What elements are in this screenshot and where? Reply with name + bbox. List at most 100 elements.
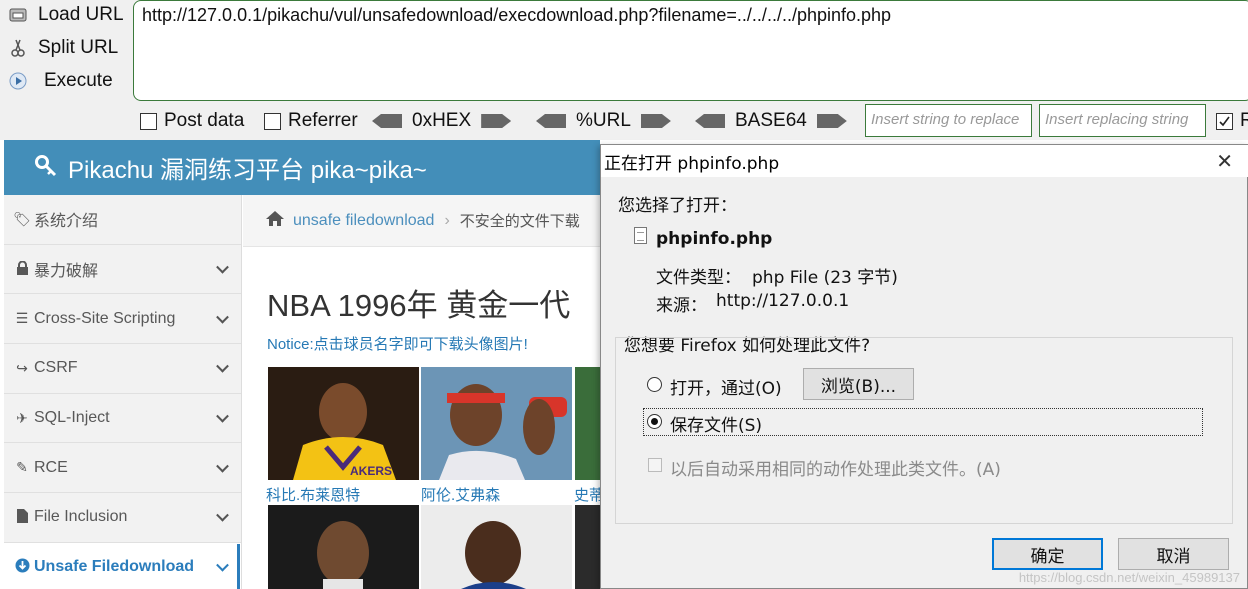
base64-decode-icon[interactable] [695,114,725,128]
list-icon: ☰ [15,310,29,327]
browse-button[interactable]: 浏览(B)... [803,368,914,400]
sidebar-item-label: File Inclusion [34,508,128,526]
open-file-dialog: 正在打开 phpinfo.php ✕ 您选择了打开： phpinfo.php 文… [600,144,1248,589]
lock-icon [12,260,32,278]
source-value: http://127.0.0.1 [716,291,850,311]
sidebar: 🏷 系统介绍 暴力破解 ☰ Cross-Site Scripting ↪ CSR… [4,195,242,589]
referrer-label: Referrer [288,110,358,131]
home-icon[interactable] [265,210,285,232]
sidebar-item-csrf[interactable]: ↪ CSRF [4,344,241,394]
url-encoder: %URL [536,108,671,134]
notice-text: Notice:点击球员名字即可下载头像图片! [267,336,528,353]
hex-label: 0xHEX [412,110,472,131]
auto-action-checkbox[interactable] [648,458,662,472]
referrer-check[interactable] [264,112,281,130]
pencil-icon: ✎ [16,459,28,476]
sidebar-item-sqli[interactable]: ✈ SQL-Inject [4,394,241,444]
execute-button[interactable]: Execute [8,66,113,96]
source-label: 来源： [656,296,707,316]
load-url-label: Load URL [38,4,124,25]
player-photo-kobe: AKERS [268,367,419,480]
site-header: Pikachu 漏洞练习平台 pika~pika~ [4,140,600,195]
active-indicator [237,544,240,589]
download-icon [12,558,32,576]
site-title[interactable]: Pikachu 漏洞练习平台 pika~pika~ [68,150,427,185]
url-decode-icon[interactable] [536,114,566,128]
open-with-label[interactable]: 打开，通过(O) [670,374,782,399]
file-type-label: 文件类型： [656,268,741,288]
chevron-down-icon [216,409,229,423]
chevron-down-icon [216,509,229,523]
chevron-down-icon [216,360,229,373]
page-title: NBA 1996年 黄金一代 [267,288,571,323]
replacing-string-input[interactable]: Insert replacing string [1039,104,1206,137]
player-photo-iverson [421,367,572,480]
breadcrumb-current: 不安全的文件下载 [459,213,580,230]
breadcrumb: unsafe filedownload › 不安全的文件下载 [243,195,600,247]
load-url-icon [8,5,28,25]
sidebar-item-label: CSRF [34,359,78,377]
player-photo-third [575,367,600,480]
close-icon[interactable]: ✕ [1216,149,1233,173]
cancel-button[interactable]: 取消 [1118,538,1229,570]
load-url-button[interactable]: Load URL [8,0,124,30]
hex-encode-icon[interactable] [481,114,512,128]
post-data-label: Post data [164,110,245,131]
watermark-text: https://blog.csdn.net/weixin_45989137 [1018,570,1240,585]
ok-button[interactable]: 确定 [992,538,1103,570]
save-file-label[interactable]: 保存文件(S) [670,411,762,436]
player-download-link[interactable]: 阿伦.艾弗森 [421,484,500,505]
sidebar-item-bruteforce[interactable]: 暴力破解 [4,245,241,295]
tag-icon: 🏷 [13,210,31,227]
url-enc-label: %URL [576,110,631,131]
svg-text:AKERS: AKERS [350,464,392,478]
chevron-down-icon [216,260,229,274]
player-photo-marbury [268,505,419,589]
base64-encoder: BASE64 [695,108,847,134]
url-textarea[interactable]: http://127.0.0.1/pikachu/vul/unsafedownl… [133,0,1248,101]
hex-encoder: 0xHEX [372,108,512,134]
base64-label: BASE64 [735,110,807,131]
breadcrumb-link[interactable]: unsafe filedownload [293,212,434,230]
base64-encode-icon[interactable] [816,114,847,128]
player-photo-allen [421,505,572,589]
file-icon [634,227,647,244]
sidebar-item-rce[interactable]: ✎ RCE [4,443,241,494]
hex-decode-icon[interactable] [372,114,402,128]
open-with-radio[interactable] [647,377,662,392]
save-file-radio[interactable] [647,414,662,429]
player-download-link[interactable]: 科比.布莱恩特 [266,484,360,505]
dialog-title: 正在打开 phpinfo.php [604,153,780,174]
split-url-button[interactable]: Split URL [8,33,118,63]
file-type-value: php File (23 字节) [752,268,898,288]
file-icon [12,508,32,526]
file-name: phpinfo.php [656,229,773,249]
sidebar-item-label: Cross-Site Scripting [34,309,176,327]
replace-all-checkbox[interactable]: R [1216,108,1248,134]
sidebar-item-file-inclusion[interactable]: File Inclusion [4,493,241,543]
url-encode-icon[interactable] [640,114,671,128]
replace-all-label: R [1240,110,1248,131]
play-icon [8,71,28,91]
scissors-icon [8,38,28,58]
sidebar-item-label: RCE [34,458,68,476]
player-download-link[interactable]: 史蒂 [574,484,600,505]
replace-all-check[interactable] [1216,112,1233,130]
chevron-right-icon: › [444,211,450,229]
chevron-down-icon [216,558,229,572]
post-data-checkbox[interactable]: Post data [140,108,244,134]
sidebar-item-label: 暴力破解 [34,263,99,281]
sidebar-item-unsafe-filedownload[interactable]: Unsafe Filedownload [4,542,241,589]
dialog-titlebar: 正在打开 phpinfo.php [601,145,1248,177]
referrer-checkbox[interactable]: Referrer [264,108,358,134]
execute-label: Execute [44,70,113,91]
split-url-label: Split URL [38,37,119,58]
insert-string-input[interactable]: Insert string to replace [865,104,1032,137]
auto-action-label: 以后自动采用相同的动作处理此类文件。(A) [670,460,1001,480]
post-data-check[interactable] [140,112,157,130]
chevron-down-icon [216,310,229,324]
sidebar-item-xss[interactable]: ☰ Cross-Site Scripting [4,294,241,345]
sidebar-item-intro[interactable]: 🏷 系统介绍 [4,195,241,245]
sidebar-item-label: Unsafe Filedownload [34,558,195,576]
chosen-label: 您选择了打开： [618,196,737,216]
